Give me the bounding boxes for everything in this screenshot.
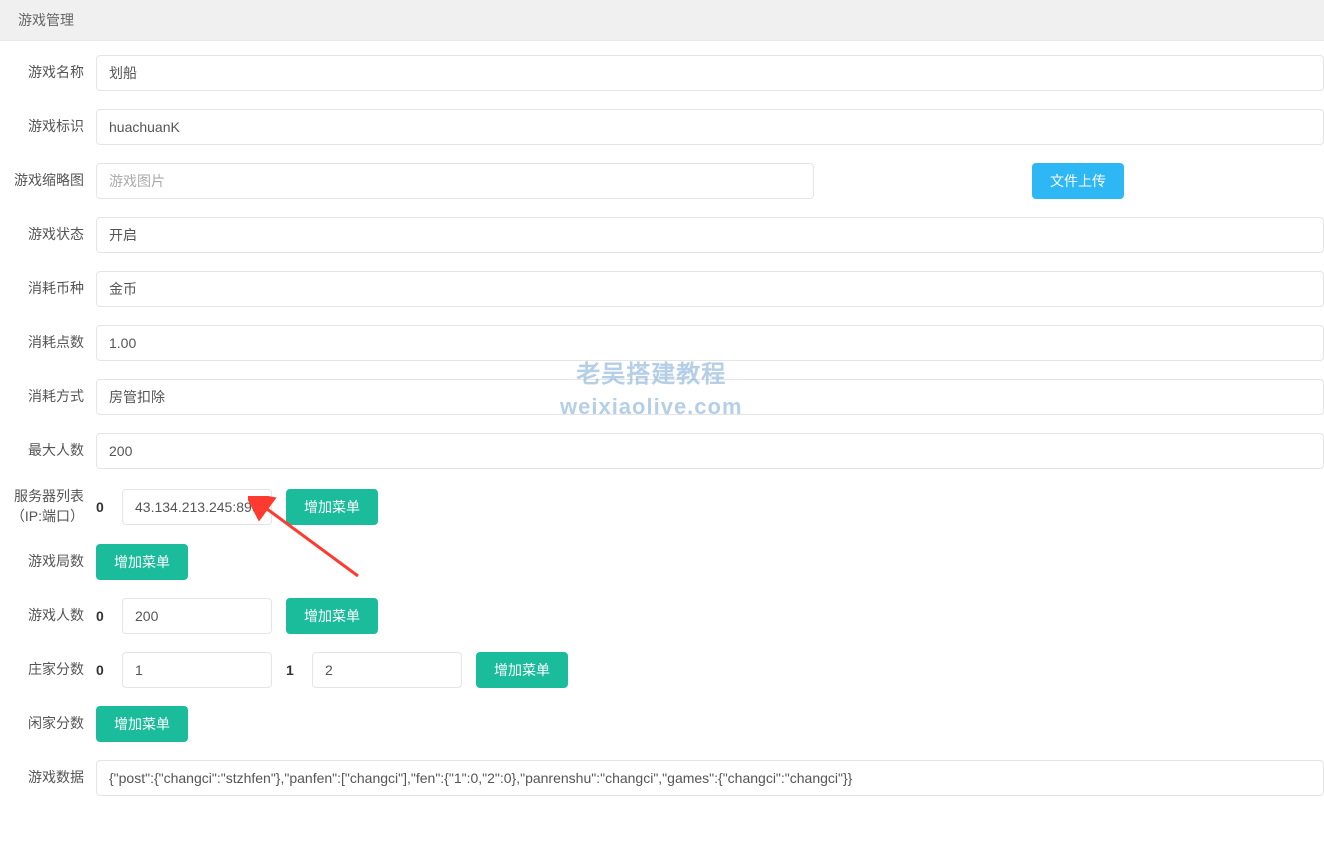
label-points: 消耗点数 xyxy=(0,333,96,353)
label-rounds: 游戏局数 xyxy=(0,552,96,572)
label-method: 消耗方式 xyxy=(0,387,96,407)
label-game-name: 游戏名称 xyxy=(0,63,96,83)
row-game-name: 游戏名称 xyxy=(0,55,1324,91)
row-max-people: 最大人数 xyxy=(0,433,1324,469)
row-rounds: 游戏局数 增加菜单 xyxy=(0,544,1324,580)
label-game-data: 游戏数据 xyxy=(0,768,96,788)
input-dealer-val-1[interactable] xyxy=(312,652,462,688)
input-currency[interactable] xyxy=(96,271,1324,307)
input-server-ip[interactable] xyxy=(122,489,272,525)
page-title: 游戏管理 xyxy=(18,12,74,28)
add-menu-button-player-count[interactable]: 增加菜单 xyxy=(286,598,378,634)
row-thumbnail: 游戏缩略图 文件上传 xyxy=(0,163,1324,199)
form-area: 游戏名称 游戏标识 游戏缩略图 文件上传 游戏状态 消耗币种 消耗点数 xyxy=(0,41,1324,796)
input-player-count[interactable] xyxy=(122,598,272,634)
input-dealer-val-0[interactable] xyxy=(122,652,272,688)
add-menu-button-server[interactable]: 增加菜单 xyxy=(286,489,378,525)
player-count-index: 0 xyxy=(96,608,108,624)
row-dealer-score: 庄家分数 0 1 增加菜单 xyxy=(0,652,1324,688)
row-points: 消耗点数 xyxy=(0,325,1324,361)
server-index-0: 0 xyxy=(96,499,108,515)
add-menu-button-dealer[interactable]: 增加菜单 xyxy=(476,652,568,688)
label-max-people: 最大人数 xyxy=(0,441,96,461)
dealer-index-1: 1 xyxy=(286,662,298,678)
dealer-index-0: 0 xyxy=(96,662,108,678)
add-menu-button-player-score[interactable]: 增加菜单 xyxy=(96,706,188,742)
row-method: 消耗方式 xyxy=(0,379,1324,415)
add-menu-button-rounds[interactable]: 增加菜单 xyxy=(96,544,188,580)
label-player-score: 闲家分数 xyxy=(0,714,96,734)
row-server-list: 服务器列表 （IP:端口） 0 增加菜单 xyxy=(0,487,1324,526)
file-upload-button[interactable]: 文件上传 xyxy=(1032,163,1124,199)
row-status: 游戏状态 xyxy=(0,217,1324,253)
input-game-name[interactable] xyxy=(96,55,1324,91)
input-max-people[interactable] xyxy=(96,433,1324,469)
label-currency: 消耗币种 xyxy=(0,279,96,299)
input-thumbnail[interactable] xyxy=(96,163,814,199)
label-status: 游戏状态 xyxy=(0,225,96,245)
input-status[interactable] xyxy=(96,217,1324,253)
row-player-score: 闲家分数 增加菜单 xyxy=(0,706,1324,742)
label-dealer-score: 庄家分数 xyxy=(0,660,96,680)
page-header: 游戏管理 xyxy=(0,0,1324,41)
row-game-data: 游戏数据 xyxy=(0,760,1324,796)
label-server-list: 服务器列表 （IP:端口） xyxy=(0,487,96,526)
label-thumbnail: 游戏缩略图 xyxy=(0,171,96,191)
label-player-count: 游戏人数 xyxy=(0,606,96,626)
row-game-id: 游戏标识 xyxy=(0,109,1324,145)
label-game-id: 游戏标识 xyxy=(0,117,96,137)
input-game-id[interactable] xyxy=(96,109,1324,145)
input-points[interactable] xyxy=(96,325,1324,361)
input-game-data[interactable] xyxy=(96,760,1324,796)
row-player-count: 游戏人数 0 增加菜单 xyxy=(0,598,1324,634)
input-method[interactable] xyxy=(96,379,1324,415)
row-currency: 消耗币种 xyxy=(0,271,1324,307)
